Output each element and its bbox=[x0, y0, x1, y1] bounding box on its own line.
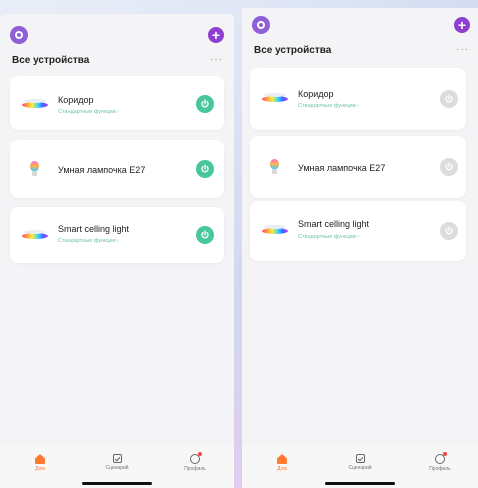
power-icon bbox=[201, 230, 209, 239]
power-icon bbox=[201, 164, 209, 173]
device-subtitle[interactable]: Стандартные функции › bbox=[58, 238, 119, 244]
ceiling-light-icon bbox=[22, 230, 48, 239]
power-icon bbox=[445, 226, 453, 235]
section-title: Все устройства bbox=[254, 45, 332, 56]
device-subtitle[interactable]: Стандартные функции › bbox=[58, 109, 119, 115]
phone-screen-left: + Все устройства ··· Коридор Стандартные… bbox=[0, 14, 234, 488]
nav-label: Сценарий bbox=[105, 465, 129, 471]
bottom-nav: Дом Сценарий Профиль bbox=[242, 446, 478, 488]
ceiling-light-icon bbox=[262, 225, 288, 234]
nav-home[interactable]: Дом bbox=[262, 454, 302, 472]
bulb-icon bbox=[270, 159, 279, 175]
bulb-icon bbox=[30, 161, 39, 177]
nav-label: Сценарий bbox=[348, 465, 372, 471]
phone-screen-right: + Все устройства ··· Коридор Стандартные… bbox=[242, 8, 478, 488]
device-card[interactable]: Коридор Стандартные функции › bbox=[10, 76, 224, 130]
device-name: Коридор bbox=[58, 95, 94, 105]
checkbox-icon bbox=[112, 454, 122, 463]
device-card[interactable]: Коридор Стандартные функции › bbox=[250, 68, 466, 130]
home-indicator bbox=[82, 482, 152, 485]
app-logo-icon[interactable] bbox=[252, 16, 270, 34]
section-title: Все устройства bbox=[12, 55, 90, 66]
device-card[interactable]: Умная лампочка E27 bbox=[10, 140, 224, 198]
more-icon[interactable]: ··· bbox=[210, 54, 223, 65]
ceiling-light-icon bbox=[262, 93, 288, 102]
home-indicator bbox=[325, 482, 395, 485]
home-icon bbox=[35, 454, 45, 464]
nav-label: Профиль bbox=[429, 466, 451, 472]
checkbox-icon bbox=[355, 454, 365, 463]
top-bar: + bbox=[0, 14, 234, 54]
device-name: Коридор bbox=[298, 89, 334, 99]
power-button[interactable] bbox=[440, 222, 458, 240]
app-logo-icon[interactable] bbox=[10, 26, 28, 44]
device-card[interactable]: Smart celling light Стандартные функции … bbox=[10, 207, 224, 263]
device-name: Smart celling light bbox=[298, 219, 370, 229]
nav-scenes[interactable]: Сценарий bbox=[97, 454, 137, 471]
nav-label: Профиль bbox=[184, 466, 206, 472]
nav-label: Дом bbox=[35, 466, 45, 472]
nav-profile[interactable]: Профиль bbox=[420, 452, 460, 472]
power-button[interactable] bbox=[196, 95, 214, 113]
power-icon bbox=[445, 94, 453, 103]
profile-icon bbox=[435, 452, 447, 464]
device-name: Smart celling light bbox=[58, 224, 130, 234]
device-subtitle[interactable]: Стандартные функции › bbox=[298, 103, 359, 109]
profile-icon bbox=[190, 452, 202, 464]
add-device-button[interactable]: + bbox=[454, 17, 470, 33]
nav-home[interactable]: Дом bbox=[20, 454, 60, 472]
device-subtitle[interactable]: Стандартные функции › bbox=[298, 234, 359, 240]
device-name: Умная лампочка E27 bbox=[298, 163, 386, 173]
home-icon bbox=[277, 454, 287, 464]
device-card[interactable]: Умная лампочка E27 bbox=[250, 136, 466, 198]
device-card[interactable]: Smart celling light Стандартные функции … bbox=[250, 201, 466, 261]
power-button[interactable] bbox=[440, 90, 458, 108]
power-button[interactable] bbox=[196, 160, 214, 178]
power-icon bbox=[445, 162, 453, 171]
ceiling-light-icon bbox=[22, 99, 48, 108]
power-button[interactable] bbox=[440, 158, 458, 176]
nav-label: Дом bbox=[277, 466, 287, 472]
add-device-button[interactable]: + bbox=[208, 27, 224, 43]
nav-profile[interactable]: Профиль bbox=[175, 452, 215, 472]
bottom-nav: Дом Сценарий Профиль bbox=[0, 446, 234, 488]
power-icon bbox=[201, 99, 209, 108]
more-icon[interactable]: ··· bbox=[456, 44, 469, 55]
device-name: Умная лампочка E27 bbox=[58, 165, 146, 175]
top-bar: + bbox=[242, 8, 478, 48]
power-button[interactable] bbox=[196, 226, 214, 244]
nav-scenes[interactable]: Сценарий bbox=[340, 454, 380, 471]
